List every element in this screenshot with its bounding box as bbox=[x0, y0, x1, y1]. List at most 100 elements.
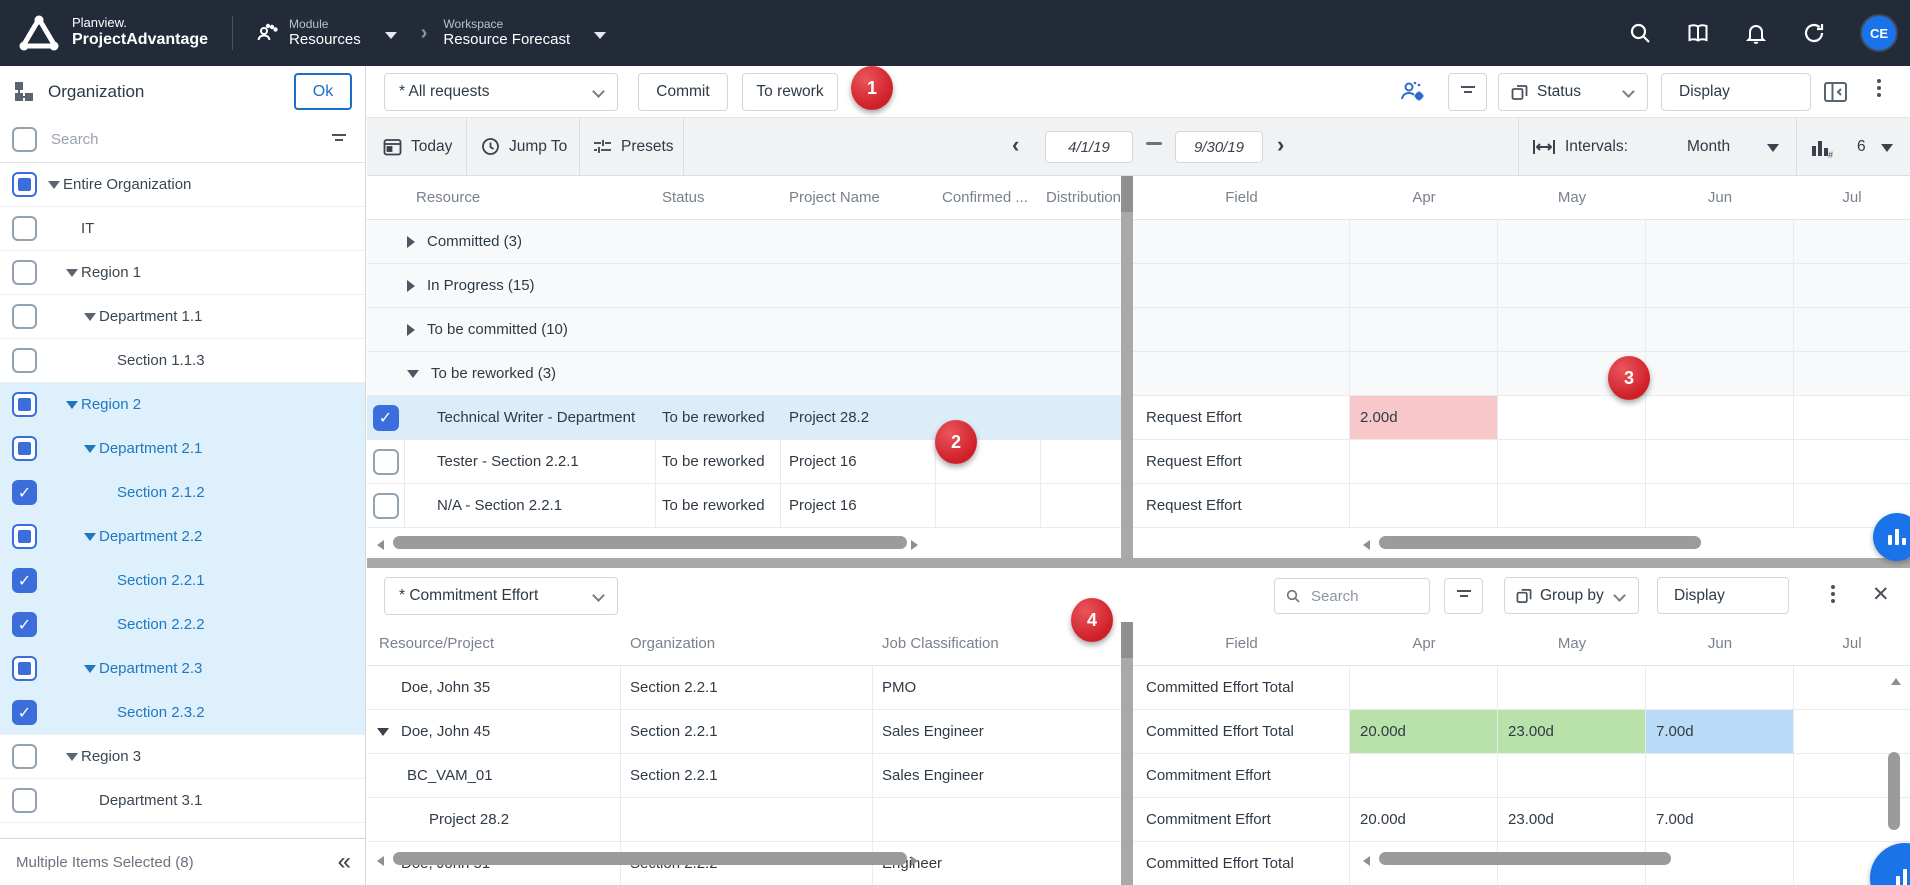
help-book-icon[interactable] bbox=[1686, 21, 1710, 45]
tree-item-department-2-1[interactable]: Department 2.1 bbox=[0, 427, 365, 471]
expand-arrow-icon[interactable] bbox=[66, 269, 78, 277]
effort-cell-jun[interactable]: 7.00d bbox=[1646, 710, 1794, 753]
effort-cell-jul[interactable] bbox=[1794, 666, 1910, 709]
tree-item-region-3[interactable]: Region 3 bbox=[0, 735, 365, 779]
expand-right-icon[interactable] bbox=[407, 236, 415, 248]
tree-checkbox[interactable] bbox=[12, 216, 37, 241]
effort-cell-apr[interactable]: 20.00d bbox=[1350, 798, 1498, 841]
horizontal-scrollbar-thumb[interactable] bbox=[1379, 536, 1701, 549]
tree-checkbox[interactable] bbox=[12, 392, 37, 417]
effort-cell-jun[interactable] bbox=[1646, 484, 1794, 527]
date-to-input[interactable] bbox=[1175, 131, 1263, 163]
module-switcher[interactable]: Module Resources bbox=[255, 17, 401, 49]
expand-arrow-icon[interactable] bbox=[66, 753, 78, 761]
display-button[interactable]: Display bbox=[1661, 73, 1811, 111]
tree-item-region-1[interactable]: Region 1 bbox=[0, 251, 365, 295]
collapse-panel-icon[interactable] bbox=[1823, 80, 1848, 104]
group-row-to-be-committed[interactable]: To be committed (10) bbox=[367, 308, 1121, 352]
collapse-down-icon[interactable] bbox=[407, 370, 419, 378]
commitment-row[interactable]: Doe, John 35 Section 2.2.1 PMO bbox=[367, 666, 1121, 710]
effort-cell-jul[interactable] bbox=[1794, 440, 1910, 483]
tree-checkbox[interactable] bbox=[12, 480, 37, 505]
count-chevron-down-icon[interactable] bbox=[1881, 144, 1893, 152]
more-options-kebab-icon[interactable] bbox=[1877, 79, 1881, 100]
next-period-icon[interactable]: › bbox=[1277, 134, 1284, 156]
workspace-switcher[interactable]: Workspace Resource Forecast bbox=[443, 17, 610, 49]
expand-arrow-icon[interactable] bbox=[48, 181, 60, 189]
effort-cell-apr[interactable]: 2.00d bbox=[1350, 396, 1498, 439]
tree-item-section-2-1-2[interactable]: Section 2.1.2 bbox=[0, 471, 365, 515]
collapse-sidebar-icon[interactable]: « bbox=[338, 850, 351, 874]
panel-horizontal-splitter[interactable] bbox=[367, 558, 1910, 568]
expand-arrow-icon[interactable] bbox=[84, 445, 96, 453]
commitment-row-child[interactable]: BC_VAM_01 Section 2.2.1 Sales Engineer bbox=[367, 754, 1121, 798]
scroll-left-icon[interactable] bbox=[377, 856, 384, 866]
interval-count-select[interactable]: 6 bbox=[1857, 118, 1866, 175]
ok-button[interactable]: Ok bbox=[294, 73, 352, 110]
tree-search-input[interactable] bbox=[49, 130, 321, 149]
notifications-bell-icon[interactable] bbox=[1744, 21, 1768, 45]
tree-item-section-2-2-1[interactable]: Section 2.2.1 bbox=[0, 559, 365, 603]
effort-cell-apr[interactable] bbox=[1350, 754, 1498, 797]
effort-cell-may[interactable]: 23.00d bbox=[1498, 710, 1646, 753]
refresh-icon[interactable] bbox=[1802, 21, 1826, 45]
to-rework-button[interactable]: To rework bbox=[742, 73, 838, 111]
group-row-to-be-reworked[interactable]: To be reworked (3) bbox=[367, 352, 1121, 396]
search-icon[interactable] bbox=[1628, 21, 1652, 45]
effort-cell-may[interactable] bbox=[1498, 396, 1646, 439]
effort-cell-may[interactable]: 23.00d bbox=[1498, 798, 1646, 841]
bottom-kebab-icon[interactable] bbox=[1831, 585, 1835, 606]
tree-checkbox[interactable] bbox=[12, 348, 37, 373]
row-checkbox[interactable] bbox=[373, 405, 399, 431]
tree-item-entire-organization[interactable]: Entire Organization bbox=[0, 163, 365, 207]
tree-checkbox[interactable] bbox=[12, 524, 37, 549]
planview-logo[interactable]: Planview. ProjectAdvantage bbox=[18, 14, 208, 52]
bottom-filter-button[interactable] bbox=[1444, 578, 1483, 614]
group-row-committed[interactable]: Committed (3) bbox=[367, 220, 1121, 264]
interval-chevron-down-icon[interactable] bbox=[1767, 144, 1779, 152]
requests-view-select[interactable]: * All requests bbox=[384, 73, 618, 111]
effort-cell-jun[interactable] bbox=[1646, 396, 1794, 439]
row-checkbox[interactable] bbox=[373, 493, 399, 519]
tree-item-region-2[interactable]: Region 2 bbox=[0, 383, 365, 427]
expand-right-icon[interactable] bbox=[407, 280, 415, 292]
effort-cell-jun[interactable] bbox=[1646, 666, 1794, 709]
tree-item-section-1-1-3[interactable]: Section 1.1.3 bbox=[0, 339, 365, 383]
status-grouping-button[interactable]: Status bbox=[1498, 73, 1648, 111]
effort-cell-jul[interactable] bbox=[1794, 710, 1910, 753]
effort-cell-apr[interactable] bbox=[1350, 666, 1498, 709]
bottom-search-input[interactable] bbox=[1309, 587, 1409, 606]
request-row-na[interactable]: N/A - Section 2.2.1 To be reworked Proje… bbox=[367, 484, 1121, 528]
bottom-display-button[interactable]: Display bbox=[1657, 577, 1789, 614]
expand-arrow-icon[interactable] bbox=[84, 313, 96, 321]
effort-cell-apr[interactable] bbox=[1350, 484, 1498, 527]
scroll-right-icon[interactable] bbox=[911, 540, 918, 550]
scroll-right-icon[interactable] bbox=[911, 856, 918, 866]
effort-cell-may[interactable] bbox=[1498, 754, 1646, 797]
tree-item-department-1-1[interactable]: Department 1.1 bbox=[0, 295, 365, 339]
tree-checkbox[interactable] bbox=[12, 436, 37, 461]
tree-item-it[interactable]: IT bbox=[0, 207, 365, 251]
scroll-left-icon[interactable] bbox=[1363, 856, 1370, 866]
group-row-in-progress[interactable]: In Progress (15) bbox=[367, 264, 1121, 308]
today-button[interactable]: Today bbox=[383, 118, 452, 175]
commitment-row-expandable[interactable]: Doe, John 45 Section 2.2.1 Sales Enginee… bbox=[367, 710, 1121, 754]
prev-period-icon[interactable]: ‹ bbox=[1012, 134, 1019, 156]
effort-cell-jun[interactable] bbox=[1646, 440, 1794, 483]
row-checkbox[interactable] bbox=[373, 449, 399, 475]
scroll-up-icon[interactable] bbox=[1891, 678, 1901, 685]
expand-arrow-icon[interactable] bbox=[84, 665, 96, 673]
collapse-down-icon[interactable] bbox=[377, 728, 389, 736]
close-panel-icon[interactable]: ✕ bbox=[1872, 584, 1890, 605]
effort-cell-jul[interactable] bbox=[1794, 396, 1910, 439]
expand-arrow-icon[interactable] bbox=[66, 401, 78, 409]
grid-vertical-splitter[interactable] bbox=[1121, 176, 1133, 558]
tree-checkbox[interactable] bbox=[12, 172, 37, 197]
tree-checkbox[interactable] bbox=[12, 788, 37, 813]
horizontal-scrollbar-thumb[interactable] bbox=[393, 536, 907, 549]
horizontal-scrollbar-thumb[interactable] bbox=[1379, 852, 1671, 865]
tree-item-department-2-3[interactable]: Department 2.3 bbox=[0, 647, 365, 691]
user-avatar[interactable]: CE bbox=[1860, 14, 1898, 52]
scroll-left-icon[interactable] bbox=[377, 540, 384, 550]
effort-cell-may[interactable] bbox=[1498, 484, 1646, 527]
